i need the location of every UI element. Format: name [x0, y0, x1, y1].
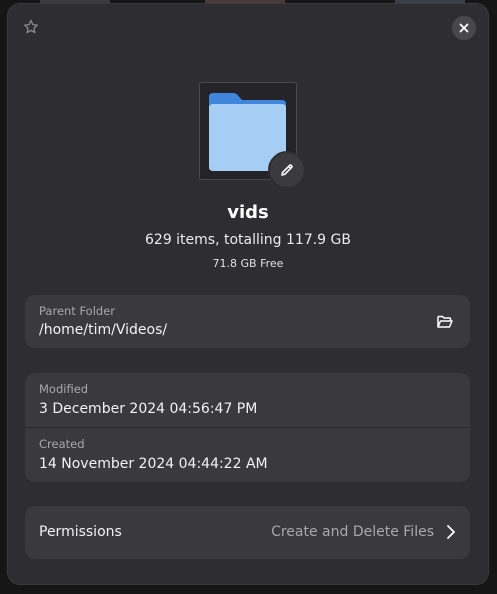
permissions-row[interactable]: Permissions Create and Delete Files: [25, 506, 470, 559]
close-icon: [459, 23, 469, 33]
star-button[interactable]: [20, 16, 42, 38]
dates-card: Modified 3 December 2024 04:56:47 PM Cre…: [25, 373, 470, 482]
parent-folder-label: Parent Folder: [39, 304, 116, 318]
folder-summary: 629 items, totalling 117.9 GB: [145, 232, 351, 248]
folder-name: vids: [227, 202, 269, 223]
parent-folder-row: Parent Folder /home/tim/Videos/: [25, 295, 470, 348]
modified-row: Modified 3 December 2024 04:56:47 PM: [25, 373, 470, 427]
parent-folder-path: /home/tim/Videos/: [39, 322, 168, 338]
properties-dialog: vids 629 items, totalling 117.9 GB 71.8 …: [8, 4, 488, 584]
star-icon: [24, 19, 38, 34]
pencil-icon: [281, 164, 293, 176]
open-parent-folder-button[interactable]: [432, 309, 458, 335]
chevron-right-icon: [447, 525, 455, 539]
created-row: Created 14 November 2024 04:44:22 AM: [25, 428, 470, 482]
free-space: 71.8 GB Free: [212, 257, 284, 270]
parent-folder-card: Parent Folder /home/tim/Videos/: [25, 295, 470, 348]
close-button[interactable]: [452, 16, 476, 40]
created-label: Created: [39, 437, 85, 451]
modified-value: 3 December 2024 04:56:47 PM: [39, 401, 258, 417]
permissions-value: Create and Delete Files: [271, 524, 434, 540]
edit-icon-button[interactable]: [268, 151, 306, 189]
modified-label: Modified: [39, 382, 89, 396]
created-value: 14 November 2024 04:44:22 AM: [39, 456, 268, 472]
folder-open-icon: [437, 315, 453, 328]
permissions-label: Permissions: [39, 524, 122, 540]
